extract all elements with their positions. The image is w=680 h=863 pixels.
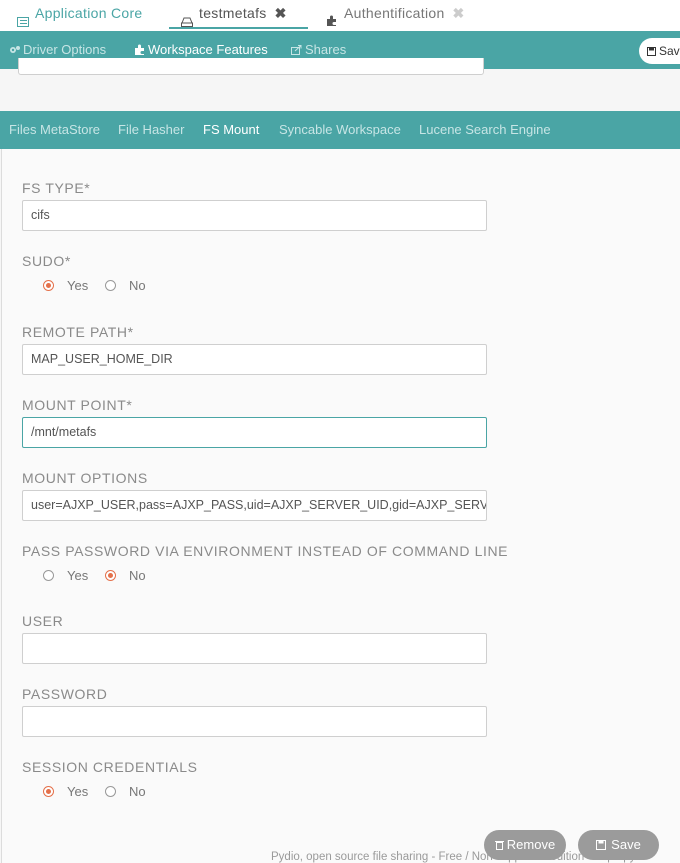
session-credentials-label: SESSION CREDENTIALS [22,759,198,775]
floppy-icon [647,39,656,56]
trash-icon [494,831,504,850]
sudo-no-label: No [129,278,146,293]
remove-button[interactable]: Remove [484,830,566,860]
sudo-label: SUDO* [22,253,71,269]
share-icon [291,32,302,55]
subtab-file-hasher[interactable]: File Hasher [118,111,184,149]
subtab-files-metastore[interactable]: Files MetaStore [9,111,100,149]
tab-label: testmetafs [199,5,267,21]
fs-type-label: FS TYPE* [22,180,91,196]
session-yes-radio[interactable] [43,786,54,797]
pass-env-yes-label: Yes [67,568,89,583]
workspace-tabs: Application Core testmetafs ✖ Authentific… [0,0,680,31]
sudo-no-radio[interactable] [105,280,116,291]
pass-env-yes-radio[interactable] [43,570,54,581]
pass-env-label: PASS PASSWORD VIA ENVIRONMENT INSTEAD OF… [22,543,509,559]
user-input[interactable] [22,633,487,664]
toolbar-save-button[interactable]: Sav [639,38,680,64]
close-icon[interactable]: ✖ [453,5,465,21]
drive-icon [181,9,193,28]
save-button[interactable]: Save [578,830,659,860]
close-icon[interactable]: ✖ [275,5,287,21]
pass-env-no-label: No [129,568,146,583]
fs-type-input[interactable]: cifs [22,200,487,231]
remote-path-input[interactable]: MAP_USER_HOME_DIR [22,344,487,375]
floppy-icon [596,831,607,850]
save-label: Save [611,837,641,852]
subtab-fs-mount[interactable]: FS Mount [203,111,259,149]
password-label: PASSWORD [22,686,108,702]
sudo-yes-radio[interactable] [43,280,54,291]
field-remnant [18,58,484,75]
mount-options-input[interactable]: user=AJXP_USER,pass=AJXP_PASS,uid=AJXP_S… [22,490,487,521]
puzzle-icon [326,9,338,27]
subtab-syncable-workspace[interactable]: Syncable Workspace [279,111,401,149]
pass-env-no-radio[interactable] [105,570,116,581]
session-no-radio[interactable] [105,786,116,797]
mount-point-label: MOUNT POINT* [22,397,133,413]
session-yes-label: Yes [67,784,89,799]
tab-testmetafs[interactable]: testmetafs ✖ [169,0,308,29]
shares-label: Shares [305,42,347,57]
feature-subtabs: Files MetaStore File Hasher FS Mount Syn… [0,111,680,149]
password-input[interactable] [22,706,487,737]
tab-authentification[interactable]: Authentification ✖ [326,0,465,29]
puzzle-icon [134,32,144,55]
mount-options-label: MOUNT OPTIONS [22,470,148,486]
user-label: USER [22,613,64,629]
list-icon [17,9,29,28]
driver-options-label: Driver Options [23,42,107,57]
gears-icon [9,32,20,53]
remote-path-label: REMOTE PATH* [22,324,134,340]
tab-label: Authentification [344,5,445,21]
workspace-features-label: Workspace Features [148,42,268,57]
tab-label: Application Core [35,5,143,21]
sudo-yes-label: Yes [67,278,89,293]
session-no-label: No [129,784,146,799]
subtab-lucene-search-engine[interactable]: Lucene Search Engine [419,111,551,149]
tab-application-core[interactable]: Application Core [17,0,143,29]
mount-point-input[interactable]: /mnt/metafs [22,417,487,448]
save-label: Sav [659,44,680,58]
remove-label: Remove [506,837,556,852]
